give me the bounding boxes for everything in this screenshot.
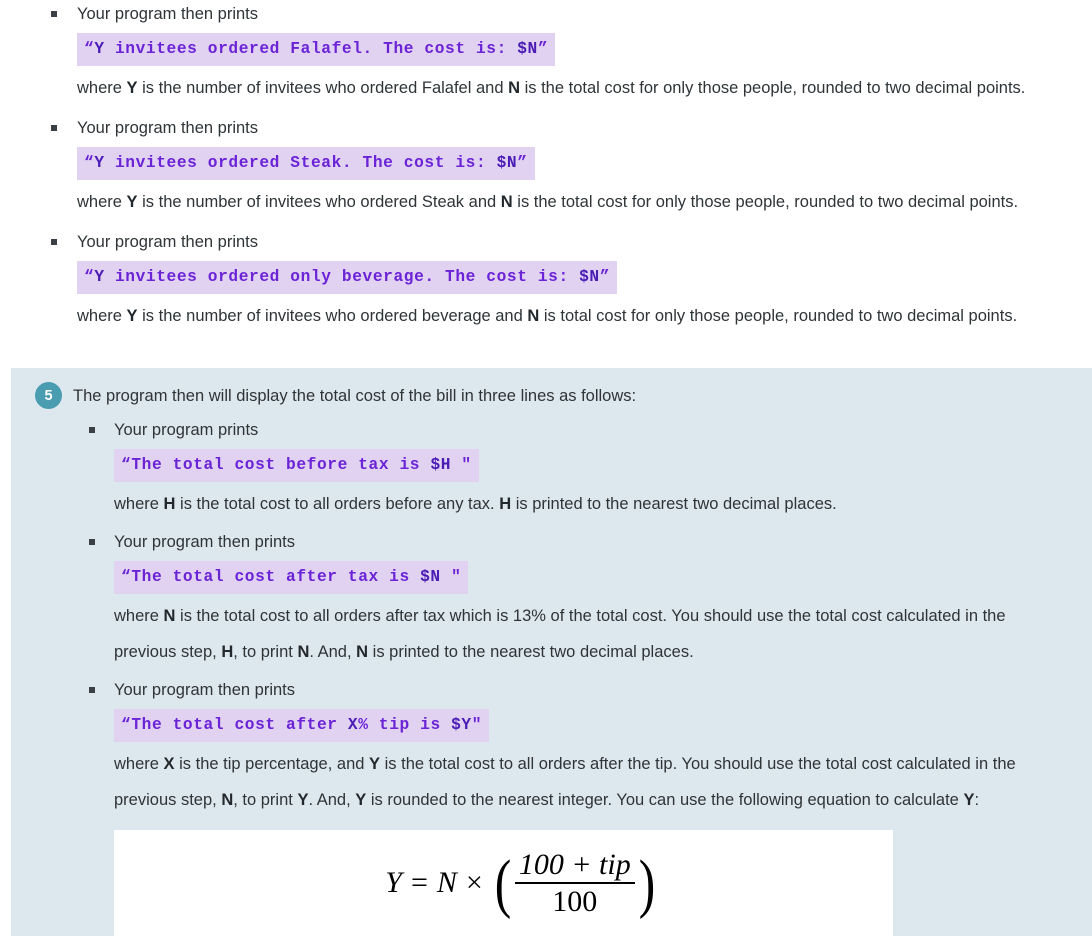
bullet-lead-row: Your program then prints <box>89 528 1072 556</box>
formula-rhs-var: N <box>436 866 457 899</box>
step-five-heading-row: 5 The program then will display the tota… <box>11 368 1092 410</box>
code-placeholder: $N <box>579 268 600 286</box>
where-paragraph: where H is the total cost to all orders … <box>114 495 837 513</box>
list-item: Your program prints “The total cost befo… <box>89 416 1072 522</box>
list-item: Your program then prints “The total cost… <box>89 676 1072 936</box>
bullet-lead-row: Your program then prints <box>51 114 1073 142</box>
formula-fraction: 100 + tip 100 <box>514 847 635 918</box>
bullet-lead-row: Your program prints <box>89 416 1072 444</box>
bullet-lead-text: Your program then prints <box>77 233 258 251</box>
code-output-chip: “Y invitees ordered Steak. The cost is: … <box>77 147 535 180</box>
code-placeholder: Y <box>94 40 105 58</box>
code-output-chip: “The total cost after X% tip is $Y" <box>114 709 490 742</box>
square-bullet-icon <box>89 427 95 433</box>
square-bullet-icon <box>89 539 95 545</box>
formula-box: Y = N × ( 100 + tip 100 ) <box>114 830 893 936</box>
code-placeholder: Y <box>94 154 105 172</box>
step-five-panel: 5 The program then will display the tota… <box>11 368 1092 936</box>
code-placeholder: $N <box>420 568 441 586</box>
code-placeholder: Y <box>94 268 105 286</box>
top-instructions-section: Your program then prints “Y invitees ord… <box>0 0 1092 368</box>
formula-times-icon: × <box>465 866 483 899</box>
bullet-lead-row: Your program then prints <box>51 0 1073 28</box>
step-number-badge: 5 <box>35 382 62 409</box>
formula-equals: = <box>410 866 428 899</box>
bullet-lead-row: Your program then prints <box>51 228 1073 256</box>
where-paragraph: where N is the total cost to all orders … <box>114 607 1006 661</box>
code-output-chip: “Y invitees ordered Falafel. The cost is… <box>77 33 556 66</box>
code-output-chip: “Y invitees ordered only beverage. The c… <box>77 261 618 294</box>
formula-denominator: 100 <box>552 885 598 918</box>
list-item: Your program then prints “The total cost… <box>89 528 1072 670</box>
square-bullet-icon <box>51 11 57 17</box>
code-placeholder: $N <box>496 154 518 172</box>
code-placeholder: X <box>347 716 359 734</box>
bullet-lead-text: Your program then prints <box>77 119 258 137</box>
tip-formula: Y = N × ( 100 + tip 100 ) <box>385 847 655 920</box>
list-item: Your program then prints “Y invitees ord… <box>51 228 1073 334</box>
step-five-bullet-list: Your program prints “The total cost befo… <box>11 410 1092 936</box>
page-title: The program then will display the total … <box>73 387 637 405</box>
square-bullet-icon <box>51 125 57 131</box>
formula-numerator: 100 + tip <box>518 847 631 881</box>
code-output-chip: “The total cost before tax is $H " <box>114 449 479 482</box>
where-paragraph: where Y is the number of invitees who or… <box>77 193 1019 211</box>
code-output-chip: “The total cost after tax is $N " <box>114 561 469 594</box>
where-paragraph: where Y is the number of invitees who or… <box>77 79 1026 97</box>
bullet-lead-text: Your program then prints <box>114 533 295 551</box>
assignment-page: Your program then prints “Y invitees ord… <box>0 0 1092 936</box>
code-placeholder: $H <box>430 456 452 474</box>
top-bullet-list: Your program then prints “Y invitees ord… <box>0 0 1073 334</box>
list-item: Your program then prints “Y invitees ord… <box>51 114 1073 220</box>
code-placeholder: $Y <box>451 716 472 734</box>
formula-lhs: Y <box>385 866 402 899</box>
square-bullet-icon <box>51 239 57 245</box>
bullet-lead-text: Your program prints <box>114 421 259 439</box>
square-bullet-icon <box>89 687 95 693</box>
where-paragraph: where X is the tip percentage, and Y is … <box>114 755 1016 809</box>
code-placeholder: $N <box>517 40 538 58</box>
bullet-lead-row: Your program then prints <box>89 676 1072 704</box>
bullet-lead-text: Your program then prints <box>77 5 258 23</box>
bullet-lead-text: Your program then prints <box>114 681 295 699</box>
list-item: Your program then prints “Y invitees ord… <box>51 0 1073 106</box>
where-paragraph: where Y is the number of invitees who or… <box>77 307 1018 325</box>
